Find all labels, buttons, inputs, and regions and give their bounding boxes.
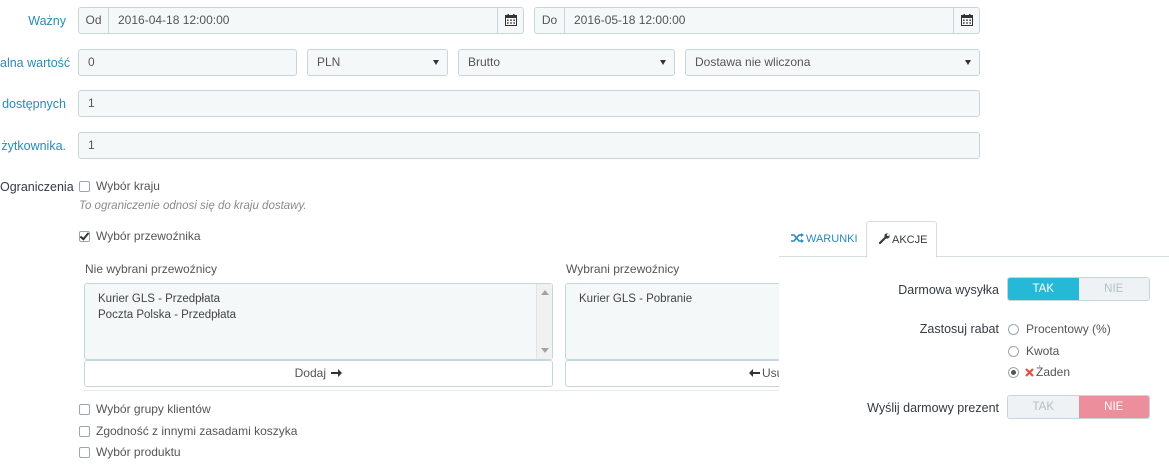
valid-from-input[interactable]: 2016-04-18 12:00:00 [108,7,498,34]
unselected-carriers-list[interactable]: Kurier GLS - Przedpłata Poczta Polska - … [84,283,553,360]
per-user-input[interactable]: 1 [78,132,980,159]
country-checkbox-label[interactable]: Wybór kraju [96,179,160,193]
chevron-down-icon [660,60,666,65]
discount-none-radio[interactable] [1008,367,1019,378]
calendar-icon [504,14,517,26]
per-user-label: żytkownika. [1,139,66,153]
discount-percent-label[interactable]: Procentowy (%) [1026,322,1111,336]
free-shipping-no[interactable]: NIE [1078,278,1149,300]
discount-amount-radio[interactable] [1008,346,1019,357]
arrow-left-icon [749,369,760,377]
free-shipping-label: Darmowa wysyłka [898,283,999,297]
customer-group-checkbox[interactable] [79,404,90,415]
free-shipping-yes[interactable]: TAK [1008,278,1079,300]
chevron-down-icon [433,60,439,65]
scrollbar[interactable] [536,284,552,359]
tab-actions[interactable]: AKCJE [866,221,937,258]
valid-from-prefix: Od [78,7,109,34]
selected-carriers-title: Wybrani przewoźnicy [566,262,680,276]
free-gift-label: Wyślij darmowy prezent [867,401,999,415]
product-label[interactable]: Wybór produktu [96,445,181,459]
tax-value: Brutto [468,55,501,69]
add-button-label: Dodaj [294,366,326,380]
tax-select[interactable]: Brutto [458,49,675,76]
shipping-select[interactable]: Dostawa nie wliczona [685,49,980,76]
discount-percent-radio[interactable] [1008,324,1019,335]
add-carrier-button[interactable]: Dodaj [84,360,553,387]
close-icon [1025,368,1034,377]
remove-carrier-button[interactable]: Usu [565,360,805,387]
wrench-icon [878,233,890,245]
tab-conditions-label: WARUNKI [806,233,858,245]
unselected-carriers-title: Nie wybrani przewoźnicy [85,262,218,276]
scroll-up-icon[interactable] [541,290,549,295]
min-amount-input[interactable]: 0 [78,49,297,76]
currency-select[interactable]: PLN [307,49,448,76]
carrier-checkbox[interactable] [79,231,90,242]
total-available-input[interactable]: 1 [78,90,980,117]
valid-to-calendar-button[interactable] [953,7,980,34]
shipping-value: Dostawa nie wliczona [695,55,811,69]
free-gift-no[interactable]: NIE [1078,396,1149,418]
valid-from-calendar-button[interactable] [497,7,524,34]
free-gift-yes[interactable]: TAK [1008,396,1079,418]
selected-carriers-list[interactable]: Kurier GLS - Pobranie [565,283,805,360]
list-item[interactable]: Kurier GLS - Przedpłata [98,291,236,307]
currency-value: PLN [317,55,341,69]
shuffle-icon [791,233,804,243]
country-checkbox[interactable] [79,181,90,192]
cart-rules-checkbox[interactable] [79,426,90,437]
discount-none-label: Żaden [1036,365,1071,379]
divider [84,390,784,391]
free-shipping-switch[interactable]: TAK NIE [1007,277,1150,301]
valid-to-prefix: Do [534,7,565,34]
customer-group-label[interactable]: Wybór grupy klientów [96,402,211,416]
free-gift-switch[interactable]: TAK NIE [1007,395,1150,419]
country-help-text: To ograniczenie odnosi się do kraju dost… [79,200,307,212]
apply-discount-label: Zastosuj rabat [919,322,999,336]
valid-label: Ważny [28,14,66,28]
list-item[interactable]: Poczta Polska - Przedpłata [98,307,236,323]
arrow-right-icon [331,369,343,377]
total-available-label: dostępnych [2,97,66,111]
discount-none-option[interactable]: Żaden [1025,365,1070,379]
carrier-checkbox-label[interactable]: Wybór przewoźnika [96,229,201,243]
chevron-down-icon [965,60,971,65]
scroll-down-icon[interactable] [541,348,549,353]
valid-to-input[interactable]: 2016-05-18 12:00:00 [564,7,954,34]
list-item[interactable]: Kurier GLS - Pobranie [579,291,692,307]
discount-amount-label[interactable]: Kwota [1026,344,1059,358]
actions-panel: WARUNKI AKCJE Darmowa wysyłka TAK NIE Za… [779,210,1169,474]
tab-actions-label: AKCJE [892,234,928,246]
min-amount-label: alna wartość [0,56,71,70]
restrictions-label: Ograniczenia [0,180,74,194]
calendar-icon [960,14,973,26]
product-checkbox[interactable] [79,447,90,458]
cart-rules-label[interactable]: Zgodność z innymi zasadami koszyka [96,424,297,438]
tab-conditions[interactable]: WARUNKI [779,221,870,257]
